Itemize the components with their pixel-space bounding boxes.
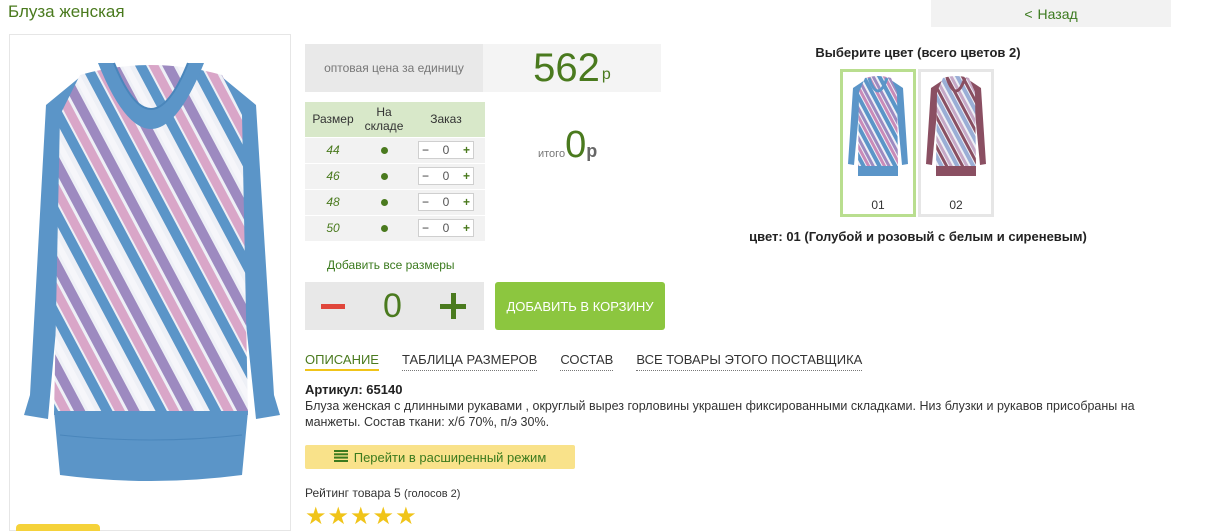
product-main-image[interactable] [9,34,291,531]
rating-label: Рейтинг товара 5 [305,486,401,500]
size-value: 50 [305,214,361,241]
table-row: 50 − 0 + [305,214,485,241]
product-rating: Рейтинг товара 5 (голосов 2) [305,486,460,500]
quantity-stepper[interactable]: − 0 + [418,141,474,159]
back-button-label: Назад [1037,5,1078,22]
tab-description[interactable]: ОПИСАНИЕ [305,352,379,371]
stock-column-header: На складе [361,102,407,137]
increment-button[interactable]: + [463,221,470,235]
total-label: итого [538,148,566,160]
tab-size-chart[interactable]: ТАБЛИЦА РАЗМЕРОВ [401,352,538,371]
rating-stars: ★ ★ ★ ★ ★ [305,505,417,529]
price-currency: р [601,66,611,83]
bulk-quantity-stepper: 0 [305,282,484,330]
rating-votes: (голосов 2) [404,488,461,500]
blouse-thumbnail-01 [848,76,908,176]
size-value: 46 [305,162,361,189]
star-icon[interactable]: ★ [350,505,372,529]
add-to-cart-button[interactable]: ДОБАВИТЬ В КОРЗИНУ [495,282,665,330]
swatch-code: 01 [871,198,885,212]
tab-composition[interactable]: СОСТАВ [560,352,614,371]
decrement-button[interactable]: − [422,143,429,157]
back-arrow-icon: < [1024,5,1033,22]
product-description: Блуза женская с длинными рукавами , окру… [305,399,1135,429]
wholesale-price-label: оптовая цена за единицу [305,44,483,92]
order-cell: − 0 + [407,136,485,163]
table-row: 46 − 0 + [305,162,485,189]
plus-icon[interactable] [439,293,466,319]
page-title: Блуза женская [8,2,125,21]
tab-supplier-products[interactable]: ВСЕ ТОВАРЫ ЭТОГО ПОСТАВЩИКА [636,352,863,371]
quantity-value[interactable]: 0 [443,195,450,209]
increment-button[interactable]: + [463,169,470,183]
back-button[interactable]: < Назад [931,0,1171,27]
star-icon[interactable]: ★ [305,505,327,529]
decrement-button[interactable]: − [422,169,429,183]
blouse-illustration [24,62,280,481]
in-stock-dot-icon [380,225,388,233]
quantity-value[interactable]: 0 [443,169,450,183]
color-swatch-01[interactable]: 01 [840,69,916,217]
order-cell: − 0 + [407,188,485,215]
table-row: 48 − 0 + [305,188,485,215]
wholesale-price: 562 р [483,44,661,92]
description-tabs: ОПИСАНИЕ ТАБЛИЦА РАЗМЕРОВ СОСТАВ ВСЕ ТОВ… [305,352,885,371]
order-cell: − 0 + [407,162,485,189]
extended-mode-button[interactable]: Перейти в расширенный режим [305,445,575,469]
size-order-table: Размер На складе Заказ 44 − 0 + 46 − 0 +… [305,102,485,241]
increment-button[interactable]: + [463,195,470,209]
extended-mode-label: Перейти в расширенный режим [353,449,547,465]
increment-button[interactable]: + [463,143,470,157]
star-icon[interactable]: ★ [373,505,395,529]
color-swatch-02[interactable]: 02 [918,69,994,217]
in-stock-dot-icon [380,147,388,154]
quantity-stepper[interactable]: − 0 + [418,193,474,211]
in-stock-cell [361,136,407,163]
total-currency: р [586,141,598,161]
swatch-code: 02 [949,198,963,212]
star-icon[interactable]: ★ [395,505,417,529]
quantity-value[interactable]: 0 [443,221,450,235]
size-column-header: Размер [305,102,361,137]
in-stock-cell [361,188,407,215]
star-icon[interactable]: ★ [328,505,350,529]
in-stock-dot-icon [380,199,388,206]
yellow-tab-marker[interactable] [16,524,100,531]
in-stock-cell [361,162,407,189]
quantity-stepper[interactable]: − 0 + [418,167,474,185]
order-column-header: Заказ [407,102,485,137]
total-value: 0 [565,124,587,166]
minus-icon[interactable] [321,303,345,309]
list-icon [333,449,348,465]
price-value: 562 [533,46,600,90]
quantity-stepper[interactable]: − 0 + [418,219,474,238]
in-stock-dot-icon [380,173,388,180]
size-value: 48 [305,188,361,215]
decrement-button[interactable]: − [422,195,429,209]
decrement-button[interactable]: − [422,221,429,235]
order-cell: − 0 + [407,214,485,241]
article-number: Артикул: 65140 [305,382,403,397]
color-picker-title: Выберите цвет (всего цветов 2) [815,45,1021,60]
blouse-thumbnail-02 [926,76,986,176]
quantity-value[interactable]: 0 [443,143,450,157]
in-stock-cell [361,214,407,241]
selected-color-name: цвет: 01 (Голубой и розовый с белым и си… [749,229,1087,244]
table-row: 44 − 0 + [305,136,485,163]
size-value: 44 [305,136,361,163]
bulk-quantity-value[interactable]: 0 [383,287,402,326]
add-all-sizes-link[interactable]: Добавить все размеры [327,258,455,272]
order-total: итого 0 р [538,126,597,164]
